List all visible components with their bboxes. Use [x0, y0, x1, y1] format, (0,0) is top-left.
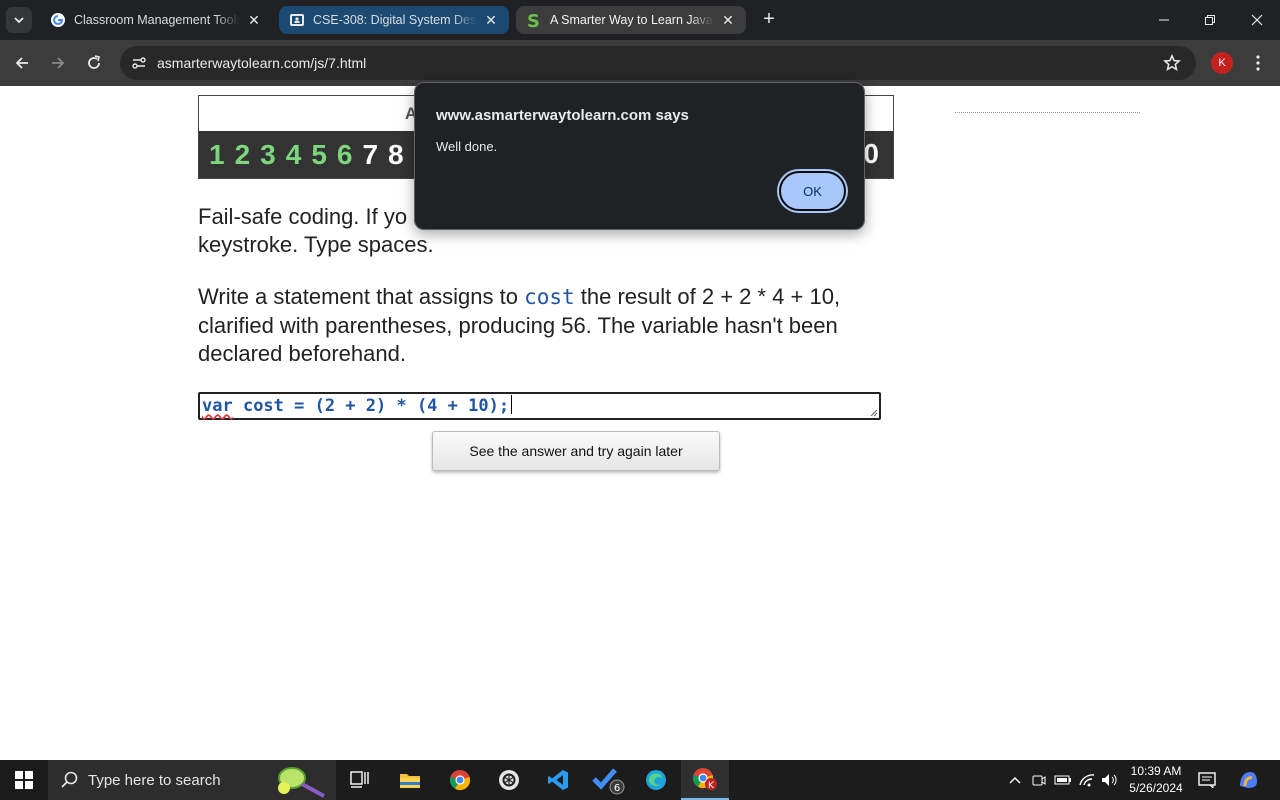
minimize-button[interactable] — [1141, 0, 1187, 40]
taskbar-file-explorer[interactable] — [386, 760, 434, 800]
chatgpt-icon — [499, 770, 519, 790]
instruction-text: Write a statement that assigns to cost t… — [198, 283, 913, 369]
forward-arrow-icon — [52, 57, 65, 69]
close-icon[interactable]: ✕ — [720, 12, 736, 28]
answer-input[interactable]: var cost = (2 + 2) * (4 + 10); — [198, 392, 881, 420]
clock-time: 10:39 AM — [1130, 764, 1182, 778]
menu-kebab-icon[interactable] — [1246, 50, 1270, 76]
exercise-number[interactable]: 2 — [235, 139, 251, 171]
dotted-divider — [955, 112, 1140, 113]
forward-button[interactable] — [44, 49, 72, 77]
chrome-icon — [449, 770, 471, 791]
profile-avatar[interactable]: K — [1211, 52, 1233, 74]
answer-rest: cost = (2 + 2) * (4 + 10); — [232, 396, 510, 416]
back-button[interactable] — [8, 49, 36, 77]
new-tab-button[interactable]: + — [758, 8, 780, 30]
edge-icon — [646, 770, 666, 790]
text-caret — [511, 395, 513, 414]
taskbar-chrome[interactable] — [436, 760, 484, 800]
svg-text:S: S — [527, 12, 540, 28]
site-s-icon: S — [526, 12, 542, 28]
exercise-number[interactable]: 4 — [286, 139, 302, 171]
answer-keyword: var — [202, 396, 233, 416]
taskbar-chrome-profile[interactable]: K — [681, 760, 729, 800]
exercise-number[interactable]: 8 — [388, 139, 404, 171]
restore-icon — [1205, 15, 1215, 25]
exercise-number[interactable]: 5 — [311, 139, 327, 171]
close-window-button[interactable] — [1234, 0, 1280, 40]
exercise-number[interactable]: 3 — [260, 139, 276, 171]
todo-checkmark-icon: 6 — [592, 768, 625, 795]
meet-now-icon[interactable] — [1029, 770, 1049, 790]
battery-icon[interactable] — [1053, 770, 1073, 790]
exercise-number[interactable]: 6 — [337, 139, 353, 171]
notifications-icon[interactable] — [1197, 770, 1217, 790]
tab-title: A Smarter Way to Learn JavaScript — [550, 13, 714, 27]
dialog-title: www.asmarterwaytolearn.com says — [436, 107, 689, 124]
tennis-racket-icon — [278, 767, 325, 798]
vscode-icon — [548, 770, 568, 790]
minimize-icon — [1159, 19, 1169, 21]
taskbar-edge[interactable] — [632, 760, 680, 800]
close-icon[interactable]: ✕ — [246, 12, 262, 28]
exercise-number-current[interactable]: 7 — [362, 139, 378, 171]
reload-icon — [88, 55, 100, 69]
tab-smarter-way-js[interactable]: S A Smarter Way to Learn JavaScript ✕ — [516, 6, 746, 34]
chrome-profile-icon: K — [692, 768, 717, 791]
browser-toolbar: asmarterwaytolearn.com/js/7.html — [0, 40, 1280, 86]
windows-logo-icon — [15, 771, 33, 789]
browser-tab-strip: Classroom Management Tools & ✕ CSE-308: … — [0, 0, 1280, 40]
intro-line-1: Fail-safe coding. If yo — [198, 204, 408, 229]
google-icon — [50, 12, 66, 28]
classroom-icon — [289, 12, 305, 28]
see-answer-button[interactable]: See the answer and try again later — [432, 431, 720, 471]
tab-search-button[interactable] — [6, 7, 32, 33]
task-view-button[interactable] — [336, 760, 384, 800]
taskbar-search[interactable]: Type here to search — [48, 760, 336, 800]
search-placeholder: Type here to search — [88, 772, 221, 789]
show-hidden-icons-chevron-up-icon[interactable] — [1005, 770, 1025, 790]
task-view-icon — [350, 771, 369, 788]
dialog-ok-button[interactable]: OK — [779, 171, 846, 211]
notification-badge: 6 — [614, 783, 620, 794]
site-info-icon[interactable] — [127, 51, 151, 75]
resize-grip-icon[interactable] — [870, 409, 878, 417]
url-text: asmarterwaytolearn.com/js/7.html — [157, 55, 367, 71]
volume-icon[interactable] — [1100, 770, 1120, 790]
instruction-pre: Write a statement that assigns to — [198, 284, 525, 309]
tab-title: Classroom Management Tools & — [74, 13, 240, 27]
tab-cse308[interactable]: CSE-308: Digital System Design ✕ — [279, 6, 509, 34]
taskbar-todo[interactable]: 6 — [584, 760, 632, 800]
copilot-icon[interactable] — [1236, 770, 1260, 790]
wifi-icon[interactable] — [1078, 770, 1098, 790]
bookmark-star-icon[interactable] — [1162, 53, 1182, 73]
alert-dialog: www.asmarterwaytolearn.com says Well don… — [414, 82, 865, 230]
intro-line-2: keystroke. Type spaces. — [198, 232, 434, 257]
dialog-message: Well done. — [436, 139, 498, 154]
taskbar-chatgpt[interactable] — [485, 760, 533, 800]
restore-button[interactable] — [1187, 0, 1233, 40]
start-button[interactable] — [0, 760, 48, 800]
system-clock[interactable]: 10:39 AM 5/26/2024 — [1124, 763, 1188, 797]
tab-classroom-tools[interactable]: Classroom Management Tools & ✕ — [40, 6, 272, 34]
reload-button[interactable] — [80, 49, 108, 77]
address-bar[interactable]: asmarterwaytolearn.com/js/7.html — [120, 46, 1196, 80]
close-icon[interactable]: ✕ — [483, 12, 499, 28]
taskbar-vscode[interactable] — [534, 760, 582, 800]
back-arrow-icon — [15, 57, 28, 69]
tab-title: CSE-308: Digital System Design — [313, 13, 477, 27]
search-icon — [61, 771, 78, 788]
folder-icon — [400, 774, 420, 788]
windows-taskbar: Type here to search 6 K 10:39 AM 5/26/20… — [0, 760, 1280, 800]
exercise-number[interactable]: 1 — [209, 139, 225, 171]
clock-date: 5/26/2024 — [1129, 781, 1183, 795]
chevron-down-icon — [14, 17, 24, 24]
instruction-code: cost — [524, 285, 575, 309]
close-icon — [1251, 14, 1263, 26]
